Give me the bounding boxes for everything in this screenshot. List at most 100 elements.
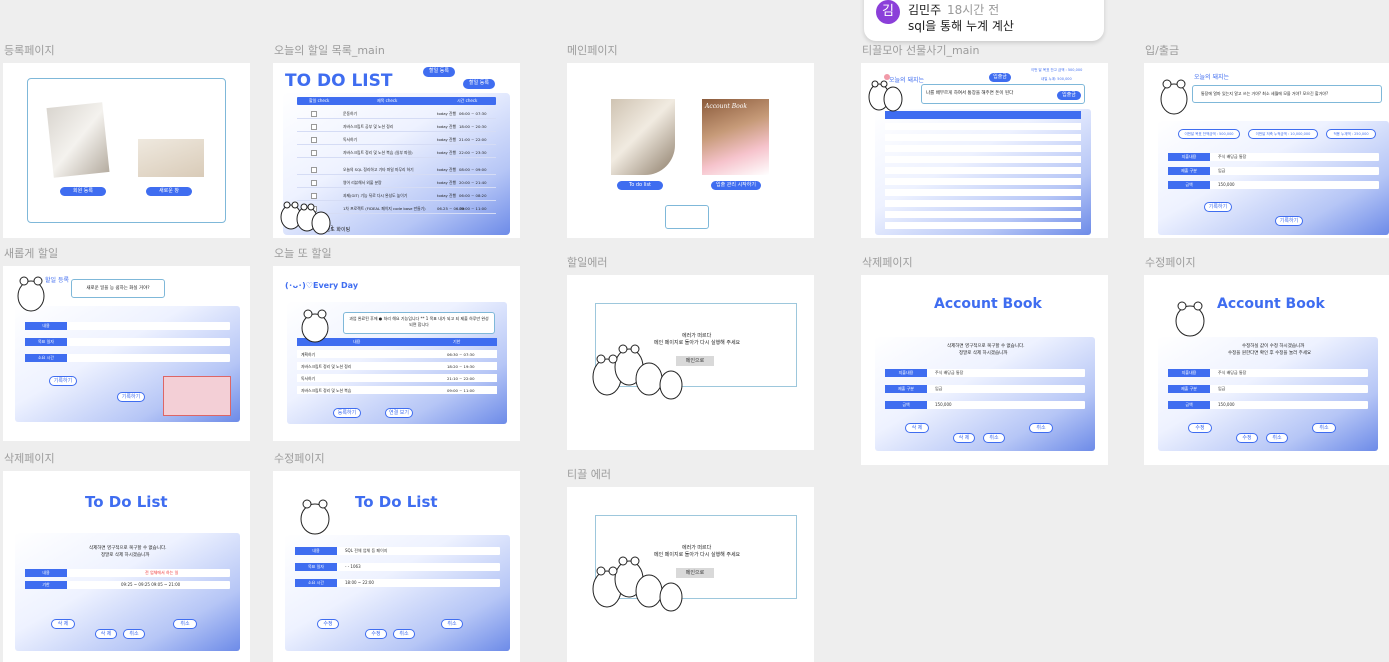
frame-label-main-page[interactable]: 메인페이지 <box>567 42 618 58</box>
today-row[interactable]: 자바스크립트 정리 및 노션 정리 18:20 ~ 19:30 <box>297 362 497 370</box>
frame-label-todo-delete[interactable]: 삭제페이지 <box>4 450 55 466</box>
todo-row-checkbox[interactable] <box>311 111 317 117</box>
todo-row-checkbox[interactable] <box>311 137 317 143</box>
todo-row-checkbox[interactable] <box>311 167 317 173</box>
todo-edit-button-2[interactable]: 수정 <box>365 629 387 639</box>
todo-delete-button[interactable]: 삭 제 <box>51 619 75 629</box>
frame-todo-main[interactable]: TO DO LIST 할일 등록 할일 등록 할일 check 제목 check… <box>273 63 520 238</box>
frame-label-account-delete[interactable]: 삭제페이지 <box>862 254 913 270</box>
frame-tikkle-main[interactable]: 오늘의 돼지는 이번 달 목표 잔고 금액 : 500,000 내일 누계: 5… <box>861 63 1108 238</box>
todo-edit-row-2[interactable]: 목표 일자 - - 1063 <box>295 563 500 571</box>
account-edit-cancel-button[interactable]: 취소 <box>1312 423 1336 433</box>
todo-row[interactable]: 자바스크립트 공부 및 노션 정리 today 진행 18:00 ~ 20:30 <box>297 122 496 132</box>
todo-row-checkbox[interactable] <box>311 180 317 186</box>
inout-save-button[interactable]: 기록하기 <box>1204 202 1232 212</box>
tikkle-inout-button[interactable]: 입출금 <box>1057 91 1081 100</box>
todo-row[interactable]: 독서하기 today 진행 21:00 ~ 22:00 <box>297 135 496 145</box>
todo-list-button[interactable]: To do list <box>617 181 663 190</box>
account-delete-msg1: 삭제하면 영구적으로 복구할 수 없습니다. <box>947 344 1025 349</box>
todo-cancel-button[interactable]: 취소 <box>173 619 197 629</box>
tikkle-row[interactable] <box>885 200 1081 207</box>
todo-edit-row-3[interactable]: 소요 시간 18:00 ~ 22:00 <box>295 579 500 587</box>
tikkle-row[interactable] <box>885 211 1081 218</box>
todo-edit-cancel-button[interactable]: 취소 <box>393 629 415 639</box>
tikkle-row[interactable] <box>885 145 1081 152</box>
frame-today-todo[interactable]: (･ᴗ･)♡Every Day 과업 완료된 후에 ● 처리 해요 기능입니다 … <box>273 266 520 441</box>
frame-label-todo-edit[interactable]: 수정페이지 <box>274 450 325 466</box>
account-edit-button-2[interactable]: 수정 <box>1236 433 1258 443</box>
account-delete-button[interactable]: 삭 제 <box>905 423 929 433</box>
frame-account-edit[interactable]: Account Book 수정하실 값이 수정 하시겠습니까 수정을 원한다면 … <box>1144 275 1389 465</box>
today-row[interactable]: 자바스크립트 정리 및 노션 복습 09:00 ~ 11:00 <box>297 386 497 394</box>
frame-label-tikkle-err[interactable]: 티끌 에러 <box>567 466 611 482</box>
account-delete-button-2[interactable]: 삭 제 <box>953 433 975 443</box>
new-todo-back-button[interactable]: 기록하기 <box>117 392 145 402</box>
account-edit-button[interactable]: 수정 <box>1188 423 1212 433</box>
new-window-button[interactable]: 새로운 창 <box>146 187 192 196</box>
todo-edit-button[interactable]: 수정 <box>317 619 339 629</box>
account-edit-msg1: 수정하실 값이 수정 하시겠습니까 <box>1242 344 1305 349</box>
tikkle-row[interactable] <box>885 178 1081 185</box>
account-edit-cancel-button-2[interactable]: 취소 <box>1266 433 1288 443</box>
frame-label-tikkle-main[interactable]: 티끌모아 선물사기_main <box>862 42 979 58</box>
new-todo-row-time[interactable]: 소요 시간 <box>25 354 230 362</box>
today-row[interactable]: 독서하기 21:10 ~ 22:00 <box>297 374 497 382</box>
todo-row[interactable]: 자바스크립트 정리 및 노션 복습 (일부 파일) today 진행 22:00 ~… <box>297 148 496 158</box>
inout-row-2[interactable]: 제출 구분 입금 <box>1168 167 1379 175</box>
new-todo-row-date[interactable]: 목표 일자 <box>25 338 230 346</box>
inout-back-button[interactable]: 기록하기 <box>1275 216 1303 226</box>
frame-label-account-edit[interactable]: 수정페이지 <box>1145 254 1196 270</box>
frame-tikkle-error[interactable]: 에러가 떠르다 메인 페이지로 돌아가 다시 실행해 주세요 메인으로 <box>567 487 814 662</box>
todo-edit-cancel-button-2[interactable]: 취소 <box>441 619 463 629</box>
frame-label-register[interactable]: 등록페이지 <box>4 42 55 58</box>
today-back-button[interactable]: 연결 보기 <box>385 408 413 418</box>
account-cancel-button[interactable]: 취소 <box>1029 423 1053 433</box>
new-todo-row-content[interactable]: 내용 <box>25 322 230 330</box>
frame-todo-delete[interactable]: To Do List 삭제하면 영구적으로 복구할 수 없습니다. 정말로 삭제… <box>3 471 250 662</box>
frame-label-todo-main[interactable]: 오늘의 할일 목록_main <box>274 42 385 58</box>
frame-account-delete[interactable]: Account Book 삭제하면 영구적으로 복구할 수 없습니다. 정말로 … <box>861 275 1108 465</box>
todo-delete-button-2[interactable]: 삭 제 <box>95 629 117 639</box>
inout-row-3[interactable]: 금액 150,000 <box>1168 181 1379 189</box>
frame-label-today-todo[interactable]: 오늘 또 할일 <box>274 245 332 261</box>
tikkle-row[interactable] <box>885 189 1081 196</box>
tikkle-row[interactable] <box>885 156 1081 163</box>
account-edit-row-2[interactable]: 제출 구분 입금 <box>1168 385 1368 393</box>
frame-label-new-todo[interactable]: 새롭게 할일 <box>4 245 58 261</box>
todo-delete-msg2: 정말로 삭제 하시겠습니까 <box>101 553 150 558</box>
frame-new-todo[interactable]: 할일 등록 새로운 일을 능 쉽하는 화실 거야? 내용 목표 일자 소요 시간… <box>3 266 250 441</box>
frame-todo-edit[interactable]: To Do List 내용 SQL 전체 업체 등 페이지 목표 일자 - - 10… <box>273 471 520 662</box>
todo-row[interactable]: 영어 리뷰해서 외울 분량 today 진행 20:00 ~ 21:40 <box>297 178 496 188</box>
register-member-button[interactable]: 회원 등록 <box>60 187 106 196</box>
frame-label-todo-err[interactable]: 할일에러 <box>567 254 607 270</box>
todo-edit-row-1[interactable]: 내용 SQL 전체 업체 등 페이지 <box>295 547 500 555</box>
todo-row-checkbox[interactable] <box>311 124 317 130</box>
frame-main-page[interactable]: Account Book To do list 입출 관리 시작하기 <box>567 63 814 238</box>
tikkle-inout-button-top[interactable]: 입출금 <box>989 73 1011 82</box>
account-cancel-button-2[interactable]: 취소 <box>983 433 1005 443</box>
frame-todo-error[interactable]: 에러가 떠르다 메인 페이지로 돌아가 다시 실행해 주세요 메인으로 <box>567 275 814 450</box>
todo-row[interactable]: 오늘의 SQL 정리하고 기타 파일 마무리 하기 today 진행 08:00 ~… <box>297 165 496 175</box>
frame-label-inout[interactable]: 입/출금 <box>1145 42 1179 58</box>
frame-inout[interactable]: 오늘의 돼지는 통장에 얼마 있는지 알고 쓰는 거야? 최소 세월에 모을 거… <box>1144 63 1389 238</box>
bear-icon <box>301 309 329 343</box>
start-account-button[interactable]: 입출 관리 시작하기 <box>711 181 761 190</box>
comment-card[interactable]: 김 김민주 18시간 전 sql을 통해 누계 계산 <box>864 0 1104 41</box>
new-todo-save-button[interactable]: 기록하기 <box>49 376 77 386</box>
tikkle-row[interactable] <box>885 123 1081 130</box>
add-todo-button[interactable]: 할일 등록 <box>463 79 495 89</box>
inout-panel: 이번달 목표 잔액금액 : 500,000 이번달 저축 누적금액 : 10,0… <box>1158 121 1389 235</box>
inout-row-1[interactable]: 지출내용 주식 배당금 통장 <box>1168 153 1379 161</box>
today-row[interactable]: 계획하기 06:30 ~ 07:30 <box>297 350 497 358</box>
tikkle-row[interactable] <box>885 134 1081 141</box>
account-edit-row-1[interactable]: 지출내용 주식 배당금 통장 <box>1168 369 1368 377</box>
todo-row[interactable]: 운동하기 today 진행 06:00 ~ 07:30 <box>297 109 496 119</box>
tikkle-row[interactable] <box>885 167 1081 174</box>
todo-cancel-button-2[interactable]: 취소 <box>123 629 145 639</box>
todo-row-checkbox[interactable] <box>311 150 317 156</box>
account-edit-row-3[interactable]: 금액 150,000 <box>1168 401 1368 409</box>
frame-register[interactable]: 회원 등록 새로운 창 <box>3 63 250 238</box>
tikkle-row[interactable] <box>885 222 1081 229</box>
today-save-button[interactable]: 등록하기 <box>333 408 361 418</box>
add-todo-button-top[interactable]: 할일 등록 <box>423 67 455 77</box>
